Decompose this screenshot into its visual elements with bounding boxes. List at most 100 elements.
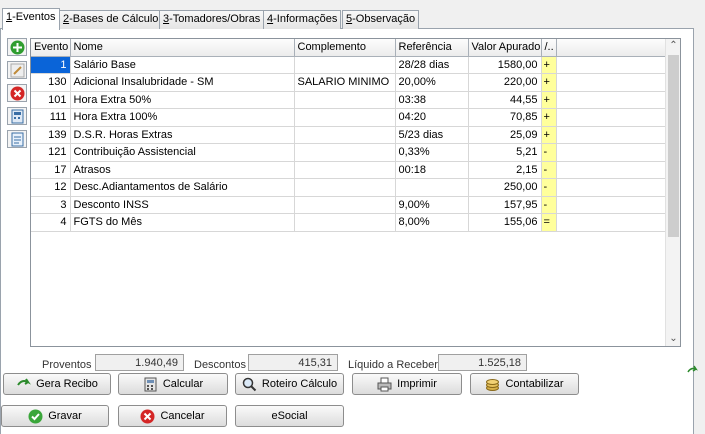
cell-evento[interactable]: 139 — [31, 126, 71, 144]
cell-complemento[interactable] — [294, 91, 396, 109]
tab-eventos[interactable]: 1-Eventos — [2, 8, 60, 30]
cell-sign[interactable]: - — [541, 143, 557, 162]
events-grid[interactable]: Evento Nome Complemento Referência Valor… — [30, 38, 681, 347]
cell-sign[interactable]: = — [541, 213, 557, 232]
grid-scrollbar[interactable]: ⌃ ⌄ — [665, 39, 680, 346]
cell-referencia[interactable]: 8,00% — [395, 213, 469, 232]
table-row[interactable]: 17 Atrasos 00:18 2,15- — [31, 161, 666, 179]
cell-sign[interactable]: + — [541, 126, 557, 144]
cell-nome[interactable]: Contribuição Assistencial — [70, 143, 295, 162]
cell-sign[interactable]: - — [541, 196, 557, 214]
cell-referencia[interactable]: 9,00% — [395, 196, 469, 214]
header-sign[interactable]: /.. — [541, 39, 557, 57]
cell-evento[interactable]: 12 — [31, 178, 71, 197]
cell-complemento[interactable]: SALARIO MINIMO — [294, 73, 396, 92]
cell-complemento[interactable] — [294, 108, 396, 127]
cell-nome[interactable]: Salário Base — [70, 56, 295, 74]
header-complemento[interactable]: Complemento — [294, 39, 396, 57]
cell-evento[interactable]: 1 — [31, 56, 71, 74]
cell-nome[interactable]: Atrasos — [70, 161, 295, 179]
cell-valor-apurado[interactable]: 157,95 — [468, 196, 542, 214]
cell-sign[interactable]: + — [541, 91, 557, 109]
cell-nome[interactable]: Hora Extra 100% — [70, 108, 295, 127]
header-evento[interactable]: Evento — [31, 39, 71, 57]
cell-nome[interactable]: D.S.R. Horas Extras — [70, 126, 295, 144]
tab-tomadores-obras[interactable]: 3-Tomadores/Obras — [159, 10, 265, 29]
cancelar-button[interactable]: Cancelar — [118, 405, 227, 427]
cell-nome[interactable]: Hora Extra 50% — [70, 91, 295, 109]
cell-evento[interactable]: 17 — [31, 161, 71, 179]
delete-event-button[interactable] — [7, 84, 27, 102]
table-row[interactable]: 4 FGTS do Mês 8,00% 155,06 = — [31, 213, 666, 232]
tab-observacao[interactable]: 5-Observação — [342, 10, 420, 29]
add-event-button[interactable] — [7, 38, 27, 56]
cell-complemento[interactable] — [294, 178, 396, 197]
cell-valor-apurado[interactable]: 155,06 — [468, 213, 542, 232]
cell-evento[interactable]: 130 — [31, 73, 71, 92]
table-row[interactable]: 139 D.S.R. Horas Extras 5/23 dias 25,09 + — [31, 126, 666, 144]
edit-event-button[interactable] — [7, 61, 27, 79]
header-valor-apurado[interactable]: Valor Apurado — [468, 39, 542, 57]
header-referencia[interactable]: Referência — [395, 39, 469, 57]
cell-referencia[interactable]: 00:18 — [395, 161, 469, 179]
table-row[interactable]: 1 Salário Base 28/28 dias 1580,00 + — [31, 56, 666, 74]
cell-nome[interactable]: Desc.Adiantamentos de Salário — [70, 178, 295, 197]
cell-referencia[interactable] — [395, 178, 469, 197]
cell-referencia[interactable]: 0,33% — [395, 143, 469, 162]
cell-referencia[interactable]: 20,00% — [395, 73, 469, 92]
gravar-button[interactable]: Gravar — [1, 405, 109, 427]
cell-complemento[interactable] — [294, 213, 396, 232]
cell-evento[interactable]: 111 — [31, 108, 71, 127]
calculator-tool-button[interactable] — [7, 107, 27, 125]
cell-valor-apurado[interactable]: 2,15 — [468, 161, 542, 179]
cell-sign[interactable]: - — [541, 161, 557, 179]
gera-recibo-button[interactable]: Gera Recibo — [3, 373, 111, 395]
tab-bases-de-calculo[interactable]: 2-Bases de Cálculo — [59, 10, 163, 29]
cell-evento[interactable]: 121 — [31, 143, 71, 162]
imprimir-button[interactable]: Imprimir — [352, 373, 462, 395]
cell-complemento[interactable] — [294, 126, 396, 144]
roteiro-calculo-button[interactable]: Roteiro Cálculo — [235, 373, 344, 395]
cell-referencia[interactable]: 5/23 dias — [395, 126, 469, 144]
scroll-up-icon[interactable]: ⌃ — [666, 39, 680, 53]
calcular-button[interactable]: Calcular — [118, 373, 228, 395]
cell-referencia[interactable]: 28/28 dias — [395, 56, 469, 74]
table-row[interactable]: 101 Hora Extra 50% 03:38 44,55 + — [31, 91, 666, 109]
cell-nome[interactable]: Desconto INSS — [70, 196, 295, 214]
scroll-thumb[interactable] — [668, 55, 679, 237]
cell-valor-apurado[interactable]: 1580,00 — [468, 56, 542, 74]
cell-complemento[interactable] — [294, 161, 396, 179]
cell-valor-apurado[interactable]: 5,21 — [468, 143, 542, 162]
contabilizar-button[interactable]: Contabilizar — [470, 373, 579, 395]
cell-valor-apurado[interactable]: 44,55 — [468, 91, 542, 109]
cell-sign[interactable]: - — [541, 178, 557, 197]
cell-nome[interactable]: FGTS do Mês — [70, 213, 295, 232]
cell-valor-apurado[interactable]: 250,00 — [468, 178, 542, 197]
cell-referencia[interactable]: 03:38 — [395, 91, 469, 109]
notes-tool-button[interactable] — [7, 130, 27, 148]
table-row[interactable]: 121 Contribuição Assistencial 0,33% 5,21- — [31, 143, 666, 162]
cell-complemento[interactable] — [294, 196, 396, 214]
table-row[interactable]: 3 Desconto INSS 9,00% 157,95- — [31, 196, 666, 214]
cell-nome[interactable]: Adicional Insalubridade - SM — [70, 73, 295, 92]
cell-valor-apurado[interactable]: 70,85 — [468, 108, 542, 127]
table-row[interactable]: 130 Adicional Insalubridade - SM SALARIO M… — [31, 73, 666, 92]
cell-complemento[interactable] — [294, 143, 396, 162]
refresh-arrow-icon[interactable] — [686, 364, 698, 376]
cell-valor-apurado[interactable]: 220,00 — [468, 73, 542, 92]
cell-complemento[interactable] — [294, 56, 396, 74]
cell-evento[interactable]: 4 — [31, 213, 71, 232]
table-row[interactable]: 111 Hora Extra 100% 04:20 70,85 + — [31, 108, 666, 127]
esocial-button[interactable]: eSocial — [235, 405, 344, 427]
tab-informacoes[interactable]: 4-Informações — [263, 10, 342, 29]
cell-evento[interactable]: 101 — [31, 91, 71, 109]
cell-evento[interactable]: 3 — [31, 196, 71, 214]
table-row[interactable]: 12 Desc.Adiantamentos de Salário 250,00- — [31, 178, 666, 197]
cell-sign[interactable]: + — [541, 73, 557, 92]
scroll-down-icon[interactable]: ⌄ — [666, 332, 680, 346]
cell-referencia[interactable]: 04:20 — [395, 108, 469, 127]
cell-valor-apurado[interactable]: 25,09 — [468, 126, 542, 144]
cell-sign[interactable]: + — [541, 56, 557, 74]
cell-sign[interactable]: + — [541, 108, 557, 127]
header-nome[interactable]: Nome — [70, 39, 295, 57]
